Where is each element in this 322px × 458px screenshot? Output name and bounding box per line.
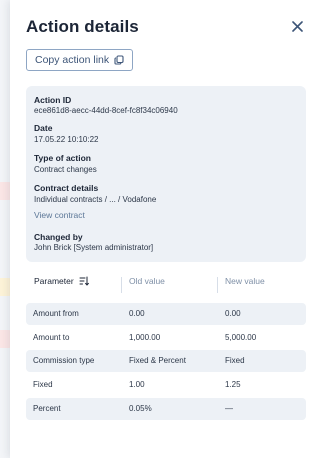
new-value-cell: Fixed xyxy=(225,356,245,365)
new-value-header-label: New value xyxy=(225,276,265,286)
date-label: Date xyxy=(34,123,53,133)
changed-by-value: John Brick [System administrator] xyxy=(34,243,154,252)
old-value-cell: 0.05% xyxy=(129,404,152,413)
contract-details-value: Individual contracts / ... / Vodafone xyxy=(34,195,157,204)
new-value-cell: 5,000.00 xyxy=(225,333,257,342)
table-row: Percent 0.05% — xyxy=(26,398,306,420)
changed-by-label: Changed by xyxy=(34,232,83,242)
action-info-card: Action ID ece861d8-aecc-44dd-8cef-fc8f34… xyxy=(26,86,306,262)
old-value-cell: 1.00 xyxy=(129,380,145,389)
new-value-cell: — xyxy=(225,404,233,413)
column-divider xyxy=(121,277,122,293)
parameter-column-header[interactable]: Parameter xyxy=(34,276,89,286)
contract-details-label: Contract details xyxy=(34,183,99,193)
table-row: Fixed 1.00 1.25 xyxy=(26,374,306,396)
new-value-cell: 0.00 xyxy=(225,309,241,318)
table-row: Amount from 0.00 0.00 xyxy=(26,303,306,325)
view-contract-link[interactable]: View contract xyxy=(34,210,85,220)
column-divider xyxy=(217,277,218,293)
parameter-cell: Amount to xyxy=(33,333,70,342)
old-value-cell: 0.00 xyxy=(129,309,145,318)
new-value-cell: 1.25 xyxy=(225,380,241,389)
old-value-column-header: Old value xyxy=(129,276,165,286)
table-row: Amount to 1,000.00 5,000.00 xyxy=(26,327,306,349)
close-button[interactable] xyxy=(289,18,305,34)
parameter-cell: Amount from xyxy=(33,309,79,318)
sort-icon xyxy=(79,276,89,286)
old-value-header-label: Old value xyxy=(129,276,165,286)
new-value-column-header: New value xyxy=(225,276,265,286)
old-value-cell: Fixed & Percent xyxy=(129,356,186,365)
copy-action-link-button[interactable]: Copy action link xyxy=(26,49,134,71)
parameter-cell: Percent xyxy=(33,404,61,413)
parameter-header-label: Parameter xyxy=(34,276,74,286)
type-of-action-label: Type of action xyxy=(34,153,91,163)
date-value: 17.05.22 10:10:22 xyxy=(34,135,99,144)
changes-table-header: Parameter Old value New value xyxy=(26,276,306,294)
action-id-label: Action ID xyxy=(34,95,72,105)
old-value-cell: 1,000.00 xyxy=(129,333,161,342)
panel-title: Action details xyxy=(26,17,139,36)
table-row: Commission type Fixed & Percent Fixed xyxy=(26,350,306,372)
close-icon xyxy=(291,20,303,32)
copy-icon xyxy=(114,55,124,65)
action-id-value: ece861d8-aecc-44dd-8cef-fc8f34c06940 xyxy=(34,106,178,115)
copy-action-link-label: Copy action link xyxy=(35,54,110,66)
action-details-panel: Action details Copy action link Action I… xyxy=(10,0,322,458)
parameter-cell: Fixed xyxy=(33,380,53,389)
parameter-cell: Commission type xyxy=(33,356,95,365)
type-of-action-value: Contract changes xyxy=(34,165,97,174)
